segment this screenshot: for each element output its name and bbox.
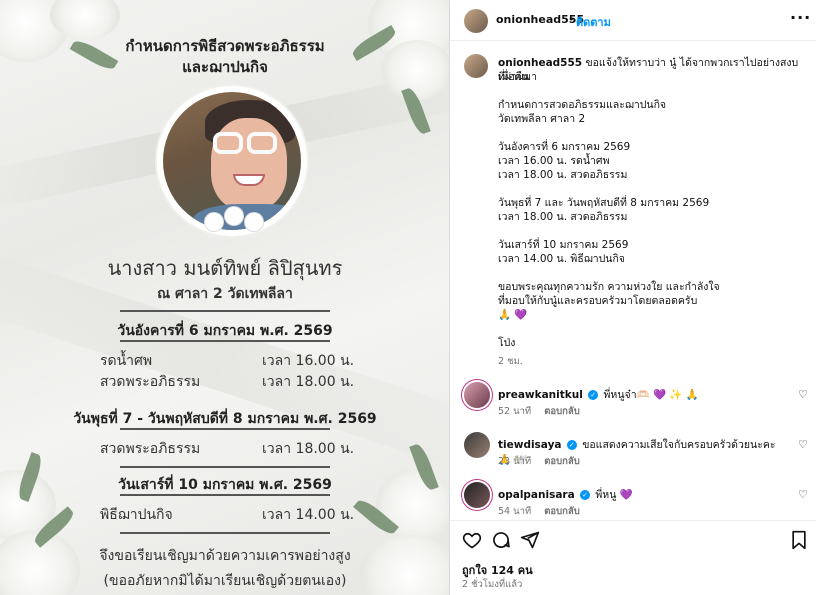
more-options-icon[interactable]: ··· [790,8,811,27]
comment: preawkanitkul ✓ พี่หนูจ๋า🫶🏻 💜 ✨ 🙏 [498,386,783,403]
author-avatar[interactable] [464,9,488,33]
caption-line: ขอบพระคุณทุกความรัก ความห่วงใย และกำลังใ… [498,281,720,293]
share-icon[interactable] [520,530,540,550]
schedule-label: สวดพระอภิธรรม [100,441,201,457]
caption-signature: โป่ง [498,337,516,349]
reply-button[interactable]: ตอบกลับ [544,406,580,417]
post-details-panel: onionhead555 • ติดตาม ··· onionhead555 ข… [450,0,816,595]
divider [120,466,330,468]
schedule-label: พิธีฌาปนกิจ [100,507,173,523]
divider [450,40,816,41]
comment-icon[interactable] [491,530,511,550]
commenter-username[interactable]: tiewdisaya [498,439,562,451]
verified-icon: ✓ [580,490,591,500]
comment: opalpanisara ✓ พี่หนู 💜 [498,486,783,503]
bookmark-icon[interactable] [790,530,808,550]
like-comment-icon[interactable]: ♡ [798,388,808,401]
commenter-avatar[interactable] [464,482,490,508]
caption-line: ที่ผ่านมา [498,71,537,83]
divider [120,310,330,312]
separator-dot: • [568,13,575,26]
schedule-label: สวดพระอภิธรรม [100,374,201,390]
commenter-avatar[interactable] [464,382,490,408]
schedule-time: เวลา 18.00 น. [262,374,355,390]
day-heading: วันเสาร์ที่ 10 มกราคม พ.ศ. 2569 [118,477,332,493]
comment-text: พี่หนู 💜 [595,489,633,501]
comment-time[interactable]: 54 นาที [498,506,531,517]
comment-time[interactable]: 23 นาที [498,456,531,467]
reply-button[interactable]: ตอบกลับ [544,456,580,467]
comment-meta: 54 นาที ตอบกลับ [498,504,590,519]
caption-username[interactable]: onionhead555 [498,57,582,69]
flower-decoration [382,40,449,100]
divider [120,428,330,430]
post-date[interactable]: 2 ชั่วโมงที่แล้ว [462,577,522,592]
caption-emoji: 🙏 💜 [498,309,528,321]
caption-line: กำหนดการสวดอภิธรรมและฌาปนกิจ [498,99,667,111]
schedule-time: เวลา 14.00 น. [262,507,355,523]
caption-line: เวลา 16.00 น. รดน้ำศพ [498,155,610,167]
like-comment-icon[interactable]: ♡ [798,438,808,451]
caption-line: วัดเทพลีลา ศาลา 2 [498,113,586,125]
caption-line: วันอังคารที่ 6 มกราคม 2569 [498,141,631,153]
caption-line: ที่มอบให้กับนู๋และครอบครัวมาโดยตลอดครับ [498,295,698,307]
follow-button[interactable]: ติดตาม [576,13,611,31]
poster-subtitle: และฌาปนกิจ [182,58,268,76]
apology-text: (ขออภัยหากมิได้มาเรียนเชิญด้วยตนเอง) [103,573,347,589]
commenter-avatar[interactable] [464,432,490,458]
reply-button[interactable]: ตอบกลับ [544,506,580,517]
deceased-name: นางสาว มนต์ทิพย์ ลิปิสุนทร [107,256,343,280]
comment-meta: 23 นาที ตอบกลับ [498,454,590,469]
caption-line: เวลา 14.00 น. พิธีฌาปนกิจ [498,253,625,265]
post-image[interactable]: กำหนดการพิธีสวดพระอภิธรรม และฌาปนกิจ นาง… [0,0,450,595]
divider [450,520,816,521]
divider [120,532,330,534]
day-heading: วันอังคารที่ 6 มกราคม พ.ศ. 2569 [117,323,333,339]
comment-time[interactable]: 52 นาที [498,406,531,417]
comment-meta: 52 นาที ตอบกลับ [498,404,590,419]
caption-line: เวลา 18.00 น. สวดอภิธรรม [498,169,628,181]
divider [120,340,330,342]
divider [120,494,330,496]
schedule-time: เวลา 18.00 น. [262,441,355,457]
post-time[interactable]: 2 ชม. [498,354,523,369]
caption-line: วันเสาร์ที่ 10 มกราคม 2569 [498,239,629,251]
comment-text: พี่หนูจ๋า🫶🏻 💜 ✨ 🙏 [603,389,699,401]
caption-avatar[interactable] [464,54,488,78]
verified-icon: ✓ [588,390,599,400]
verified-icon: ✓ [566,440,577,450]
invitation-text: จึงขอเรียนเชิญมาด้วยความเคารพอย่างสูง [99,548,351,564]
heart-icon[interactable] [462,530,482,550]
caption-line: วันพุธที่ 7 และ วันพฤหัสบดีที่ 8 มกราคม … [498,197,710,209]
schedule-time: เวลา 16.00 น. [262,353,355,369]
bouquet-decoration [205,205,265,235]
caption-line: เวลา 18.00 น. สวดอภิธรรม [498,211,628,223]
like-comment-icon[interactable]: ♡ [798,488,808,501]
venue: ณ ศาลา 2 วัดเทพลีลา [157,286,293,302]
day-heading: วันพุธที่ 7 - วันพฤหัสบดีที่ 8 มกราคม พ.… [73,411,377,427]
schedule-label: รดน้ำศพ [100,353,153,369]
commenter-username[interactable]: preawkanitkul [498,389,583,401]
commenter-username[interactable]: opalpanisara [498,489,575,501]
